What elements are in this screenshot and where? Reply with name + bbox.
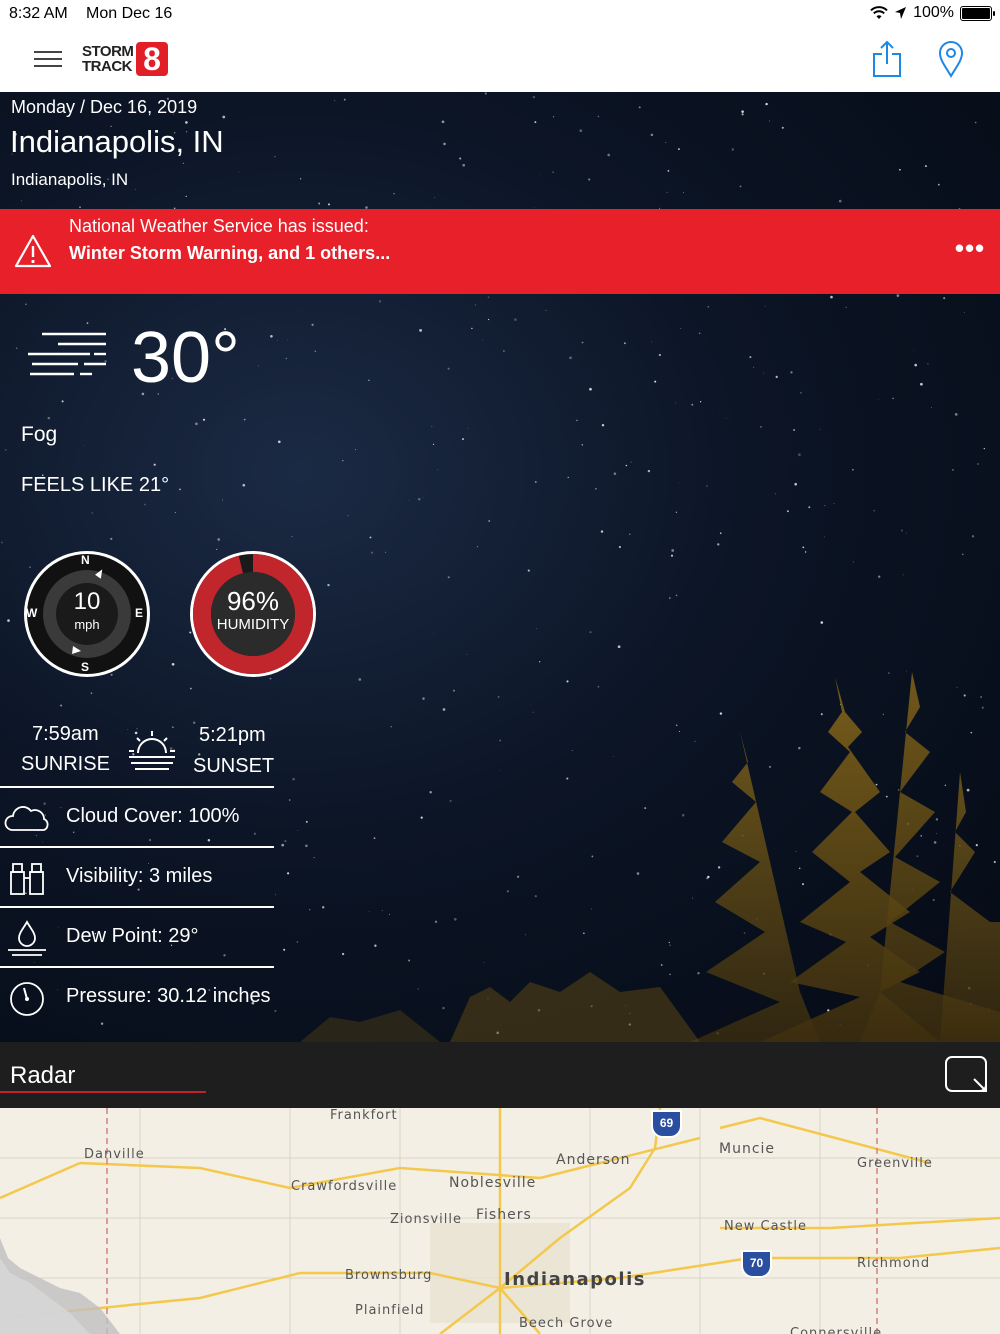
sunrise-sunset-row: 7:59am SUNRISE 5:21pm SUNSET	[0, 719, 280, 783]
warning-triangle-icon	[14, 234, 52, 268]
wind-unit: mph	[74, 617, 100, 632]
map-label-indianapolis: Indianapolis	[504, 1269, 646, 1290]
radar-title-underline	[0, 1091, 206, 1093]
wind-speed: 10	[73, 588, 101, 615]
weather-alert-banner[interactable]: National Weather Service has issued: Win…	[0, 209, 1000, 294]
forecast-date: Monday / Dec 16, 2019	[11, 97, 198, 117]
compass-north: N	[81, 553, 90, 567]
share-icon[interactable]	[872, 40, 902, 78]
cloud-cover-text: Cloud Cover: 100%	[66, 805, 240, 827]
wind-dial: N S W E 10 mph	[21, 548, 153, 680]
feels-like-text: FEELS LIKE 21°	[21, 474, 170, 496]
map-label: Plainfield	[355, 1303, 425, 1318]
battery-percent: 100%	[913, 4, 954, 21]
radar-title: Radar	[10, 1062, 76, 1089]
dew-point-text: Dew Point: 29°	[66, 925, 199, 947]
menu-button[interactable]	[34, 46, 62, 72]
map-label: Greenville	[857, 1156, 933, 1171]
condition-text: Fog	[21, 423, 58, 446]
radar-header: Radar	[0, 1042, 1000, 1108]
map-label: Beech Grove	[519, 1316, 614, 1331]
map-label: Anderson	[556, 1152, 631, 1168]
sunset-time: 5:21pm	[199, 724, 266, 746]
status-date: Mon Dec 16	[86, 5, 173, 22]
status-bar: 8:32 AM Mon Dec 16 100%	[0, 0, 1000, 28]
map-label: Brownsburg	[345, 1268, 433, 1283]
sunset-label: SUNSET	[193, 755, 275, 777]
cloud-cover-row: Cloud Cover: 100%	[0, 786, 274, 846]
location-arrow-icon	[895, 7, 907, 19]
map-label: Danville	[84, 1147, 145, 1162]
status-time: 8:32 AM	[9, 5, 68, 22]
map-label: Crawfordsville	[291, 1179, 398, 1194]
pressure-text: Pressure: 30.12 inches	[66, 985, 271, 1007]
battery-icon	[960, 5, 995, 21]
alert-issuer-text: National Weather Service has issued:	[69, 216, 369, 236]
map-label: Frankfort	[330, 1108, 398, 1123]
nav-bar: STORM TRACK 8	[0, 28, 1000, 93]
radar-map[interactable]: Frankfort Danville Crawfordsville Anders…	[0, 1108, 1000, 1334]
wifi-icon	[870, 6, 888, 19]
gauge-icon	[10, 982, 44, 1016]
map-label: Richmond	[857, 1256, 931, 1271]
sunrise-label: SUNRISE	[21, 753, 110, 775]
dew-point-row: Dew Point: 29°	[0, 906, 274, 966]
current-conditions-panel: Monday / Dec 16, 2019 Indianapolis, IN I…	[0, 92, 1000, 1042]
map-label: Muncie	[719, 1141, 776, 1157]
humidity-value: 96%	[226, 586, 280, 616]
alert-headline: Winter Storm Warning, and 1 others...	[69, 243, 391, 263]
binoculars-icon	[10, 863, 44, 895]
location-pin-icon[interactable]	[937, 40, 965, 78]
droplet-icon	[8, 920, 46, 956]
humidity-label: HUMIDITY	[216, 616, 290, 633]
map-label: Noblesville	[449, 1175, 537, 1191]
interstate-70-shield: 70	[741, 1250, 772, 1278]
map-label: Connersville	[790, 1326, 883, 1334]
storm-track-8-logo: STORM TRACK 8	[82, 42, 168, 76]
menu-icon-line	[34, 58, 62, 60]
fog-icon	[28, 332, 106, 376]
logo-word-storm: STORM	[82, 43, 134, 60]
sunrise-time: 7:59am	[32, 723, 99, 745]
visibility-text: Visibility: 3 miles	[66, 865, 213, 887]
humidity-dial: 96% HUMIDITY	[187, 548, 319, 680]
logo-number: 8	[136, 42, 168, 76]
status-right: 100%	[870, 4, 995, 22]
map-label: New Castle	[724, 1219, 808, 1234]
pressure-row: Pressure: 30.12 inches	[0, 966, 274, 1026]
menu-icon-line	[34, 65, 62, 67]
sunrise-sunset-icon	[129, 731, 175, 770]
interstate-69-shield: 69	[651, 1110, 682, 1138]
current-temperature: 30°	[131, 318, 240, 398]
map-label: Fishers	[476, 1207, 532, 1223]
cloud-icon	[4, 806, 49, 831]
compass-south: S	[81, 660, 90, 674]
location-subtitle: Indianapolis, IN	[11, 170, 129, 189]
logo-word-track: TRACK	[82, 58, 133, 75]
menu-icon-line	[34, 51, 62, 53]
location-title: Indianapolis, IN	[10, 124, 224, 159]
visibility-row: Visibility: 3 miles	[0, 846, 274, 906]
map-label: Zionsville	[390, 1212, 463, 1227]
expand-map-icon[interactable]	[944, 1055, 990, 1095]
more-options-button[interactable]: •••	[950, 233, 990, 267]
